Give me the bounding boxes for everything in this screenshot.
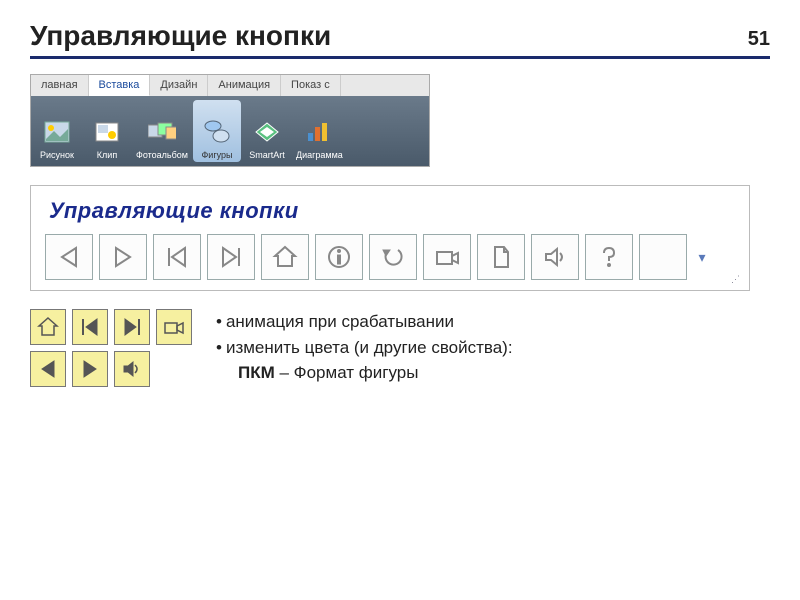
- ribbon-button-clip[interactable]: Клип: [83, 100, 131, 162]
- action-button-movie[interactable]: [423, 234, 471, 280]
- action-buttons-row: ▾: [41, 234, 739, 284]
- action-button-begin[interactable]: [153, 234, 201, 280]
- action-button-document[interactable]: [477, 234, 525, 280]
- ribbon-tabs: лавная Вставка Дизайн Анимация Показ с: [31, 75, 429, 96]
- yellow-button-movie[interactable]: [156, 309, 192, 345]
- yellow-button-prev[interactable]: [30, 351, 66, 387]
- ribbon-button-label: SmartArt: [249, 150, 285, 160]
- ribbon-tab-home[interactable]: лавная: [31, 75, 89, 96]
- ribbon-button-label: Диаграмма: [296, 150, 343, 160]
- ribbon-button-label: Фотоальбом: [136, 150, 188, 160]
- ribbon-tab-animation[interactable]: Анимация: [208, 75, 281, 96]
- shapes-icon: [203, 118, 231, 146]
- bullet-subitem: ПКМ – Формат фигуры: [238, 360, 513, 386]
- photoalbum-icon: [148, 118, 176, 146]
- clip-icon: [93, 118, 121, 146]
- ribbon-button-photoalbum[interactable]: Фотоальбом: [133, 100, 191, 162]
- action-button-help[interactable]: [585, 234, 633, 280]
- bullet-item: •анимация при срабатывании: [216, 309, 513, 335]
- ribbon-button-label: Фигуры: [201, 150, 232, 160]
- action-button-sound[interactable]: [531, 234, 579, 280]
- page-number: 51: [748, 28, 770, 51]
- action-button-info[interactable]: [315, 234, 363, 280]
- ribbon: лавная Вставка Дизайн Анимация Показ с Р…: [30, 74, 430, 167]
- ribbon-button-label: Клип: [97, 150, 117, 160]
- yellow-button-first[interactable]: [72, 309, 108, 345]
- dropdown-arrow-icon[interactable]: ▾: [693, 249, 711, 266]
- ribbon-button-chart[interactable]: Диаграмма: [293, 100, 346, 162]
- chart-icon: [305, 118, 333, 146]
- ribbon-tab-design[interactable]: Дизайн: [150, 75, 208, 96]
- yellow-buttons-group: [30, 309, 192, 387]
- picture-icon: [43, 118, 71, 146]
- panel-title: Управляющие кнопки: [49, 198, 739, 224]
- yellow-button-sound[interactable]: [114, 351, 150, 387]
- bullet-item: •изменить цвета (и другие свойства):: [216, 335, 513, 361]
- ribbon-button-smartart[interactable]: SmartArt: [243, 100, 291, 162]
- ribbon-button-picture[interactable]: Рисунок: [33, 100, 81, 162]
- smartart-icon: [253, 118, 281, 146]
- yellow-button-next[interactable]: [72, 351, 108, 387]
- action-button-end[interactable]: [207, 234, 255, 280]
- ribbon-body: Рисунок Клип Фотоальбом Фигуры: [31, 96, 429, 166]
- action-button-return[interactable]: [369, 234, 417, 280]
- action-button-back[interactable]: [45, 234, 93, 280]
- action-button-forward[interactable]: [99, 234, 147, 280]
- action-buttons-panel: Управляющие кнопки ▾ ⋰: [30, 185, 750, 291]
- ribbon-button-label: Рисунок: [40, 150, 74, 160]
- yellow-button-next-pause[interactable]: [114, 309, 150, 345]
- ribbon-button-shapes[interactable]: Фигуры: [193, 100, 241, 162]
- ribbon-tab-insert[interactable]: Вставка: [89, 75, 151, 96]
- resize-grip-icon[interactable]: ⋰: [731, 274, 745, 288]
- bullet-list: •анимация при срабатывании •изменить цве…: [216, 309, 513, 386]
- page-title: Управляющие кнопки: [30, 20, 331, 52]
- action-button-blank[interactable]: [639, 234, 687, 280]
- ribbon-tab-slideshow[interactable]: Показ с: [281, 75, 341, 96]
- action-button-home[interactable]: [261, 234, 309, 280]
- yellow-button-home[interactable]: [30, 309, 66, 345]
